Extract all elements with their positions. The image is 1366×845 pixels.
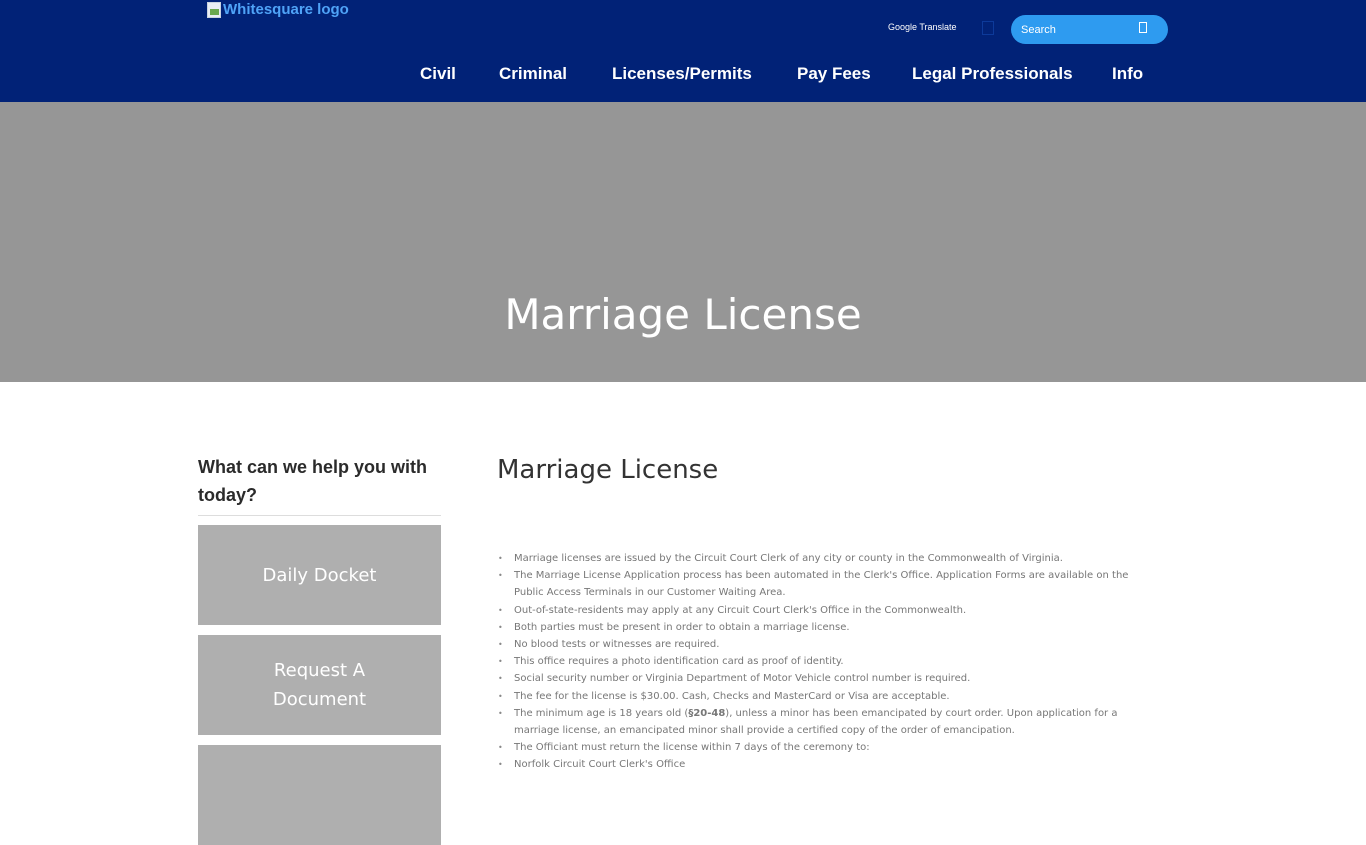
nav-legal-professionals[interactable]: Legal Professionals [912,64,1073,84]
code-section-link[interactable]: §20-48 [688,708,725,719]
sidebar: What can we help you with today? Daily D… [198,453,441,845]
list-item: Marriage licenses are issued by the Circ… [497,550,1147,567]
main-content: Marriage License Marriage licenses are i… [497,453,1147,774]
list-item: The fee for the license is $30.00. Cash,… [497,688,1147,705]
request-document-button[interactable]: Request A Document [198,635,441,735]
list-item: The Marriage License Application process… [497,567,1147,601]
search-box [1011,15,1168,44]
site-header: Whitesquare logo Google Translate Civil … [0,0,1366,102]
nav-civil[interactable]: Civil [420,64,456,84]
translate-toggle-icon[interactable] [982,21,994,35]
search-icon[interactable] [1139,22,1147,33]
list-item: This office requires a photo identificat… [497,653,1147,670]
nav-pay-fees[interactable]: Pay Fees [797,64,871,84]
nav-info[interactable]: Info [1112,64,1143,84]
broken-image-icon [207,1,221,18]
daily-docket-button[interactable]: Daily Docket [198,525,441,625]
google-translate-label[interactable]: Google Translate [888,22,957,32]
age-text-before: The minimum age is 18 years old ( [514,707,689,719]
hero-banner: Marriage License [0,102,1366,382]
list-item-minimum-age: The minimum age is 18 years old (§20-48)… [497,705,1147,739]
list-item: Out-of-state-residents may apply at any … [497,602,1147,619]
sidebar-title: What can we help you with today? [198,453,441,516]
list-item: Social security number or Virginia Depar… [497,670,1147,687]
site-logo[interactable]: Whitesquare logo [207,1,349,18]
list-item: The Officiant must return the license wi… [497,739,1147,756]
logo-alt-text: Whitesquare logo [223,1,349,18]
list-item: No blood tests or witnesses are required… [497,636,1147,653]
nav-criminal[interactable]: Criminal [499,64,567,84]
hero-title: Marriage License [504,290,862,339]
info-list: Marriage licenses are issued by the Circ… [498,550,1147,774]
list-item: Both parties must be present in order to… [497,619,1147,636]
content-title: Marriage License [497,455,719,485]
nav-licenses-permits[interactable]: Licenses/Permits [612,64,752,84]
list-item: Norfolk Circuit Court Clerk's Office [497,756,1147,773]
search-input[interactable] [1021,23,1131,36]
sidebar-button-3[interactable] [198,745,441,845]
